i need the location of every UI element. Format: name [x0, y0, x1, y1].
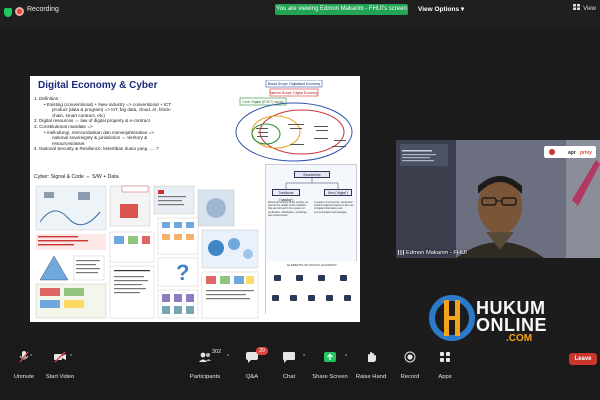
participant-name: Edmon Makarim - FHUI — [406, 250, 467, 256]
svg-text:?: ? — [176, 260, 189, 285]
digital-marketing-icon — [344, 295, 351, 301]
video-options-chevron-icon[interactable]: ^ — [70, 354, 72, 360]
core-label: Core: Digital (IT/ICT) sector — [242, 100, 284, 104]
leave-button[interactable]: Leave — [569, 353, 597, 365]
traditional-node: Traditional ("catalog") — [272, 189, 300, 202]
apps-label: Apps — [438, 374, 452, 380]
data-centre-icon — [326, 295, 333, 301]
record-icon — [404, 351, 416, 363]
signal-bars-icon — [398, 249, 404, 255]
zoom-window: Recording You are viewing Edmon Makarim … — [0, 0, 600, 400]
b2b-development-icon — [308, 295, 315, 301]
apps-button[interactable]: Apps — [421, 350, 469, 380]
view-button-label: View — [583, 6, 596, 12]
security-shield-icon[interactable] — [4, 8, 12, 17]
economics-chart: Economics Traditional ("catalog") New ("… — [265, 164, 358, 315]
speaker-video[interactable]: apr privy Edmon Makarim - FHUI — [396, 140, 600, 258]
video-off-icon — [54, 351, 66, 363]
point-4: 4. National Security & Resilience: keter… — [34, 146, 159, 152]
start-video-button[interactable]: Start Video — [36, 350, 84, 380]
traditional-description: Economic activity of the society, as wel… — [268, 201, 309, 217]
integrated-technologies-icon — [318, 275, 325, 281]
chat-options-chevron-icon[interactable]: ^ — [303, 354, 305, 360]
definition-line-text: Existing (conventional) + New industry =… — [46, 101, 172, 107]
point-3-line-text: melindungi, mencerdaskan dan mensejahter… — [46, 129, 154, 135]
slide-title: Digital Economy & Cyber — [38, 80, 158, 91]
start-video-label: Start Video — [45, 374, 75, 380]
e-commerce-icon — [290, 295, 297, 301]
watermark-line-3: .COM — [506, 333, 533, 344]
network-icon — [296, 275, 303, 281]
participants-label: Participants — [189, 374, 221, 380]
slide-bullets: 1. Definition : • Existing (conventional… — [34, 96, 234, 152]
grid-icon — [573, 4, 581, 10]
share-screen-icon — [324, 352, 336, 362]
view-options-button[interactable]: View Options ▾ — [418, 4, 464, 15]
svg-text:apr: apr — [568, 150, 576, 156]
raise-hand-icon — [368, 352, 376, 362]
digital-node: New ("digital") — [324, 189, 352, 196]
speaker-video-frame: apr privy — [396, 140, 600, 258]
digital-economy-elements: ELEMENTS OF DIGITAL ECONOMY — [266, 261, 358, 315]
computing-technology-icon — [274, 275, 281, 281]
cyber-diagrams-collage: ? — [34, 182, 262, 320]
participants-count: 302 — [212, 349, 222, 355]
recording-icon — [15, 7, 24, 16]
e-business-icon — [272, 295, 279, 301]
participants-icon — [199, 352, 211, 362]
top-bar: Recording You are viewing Edmon Makarim … — [0, 0, 600, 28]
recording-label: Recording — [27, 6, 59, 13]
audio-options-chevron-icon[interactable]: ^ — [30, 354, 32, 360]
view-button[interactable]: View — [572, 4, 596, 15]
core-inner-ellipse — [251, 123, 281, 145]
view-options-label: View Options — [418, 6, 460, 13]
participants-button[interactable]: Participants — [181, 350, 229, 380]
narrow-scope-label: Narrow Scope: Digital Economy — [270, 91, 318, 95]
svg-text:privy: privy — [580, 150, 592, 156]
broad-scope-ellipse — [235, 102, 353, 162]
scope-venn-diagram: Broad Scope: Digitalised Economy Narrow … — [235, 80, 353, 162]
digital-description: A system of economic, social and cultura… — [314, 201, 354, 214]
viewing-screen-banner: You are viewing Edmon Makarim - FHUI's s… — [275, 4, 408, 15]
apps-icon — [440, 352, 450, 362]
shared-screen-slide: Digital Economy & Cyber 1. Definition : … — [30, 76, 360, 322]
economics-node: Economics — [294, 171, 330, 178]
elements-title: ELEMENTS OF DIGITAL ECONOMY — [287, 263, 337, 267]
chat-icon — [283, 352, 295, 363]
participant-name-tag: Edmon Makarim - FHUI — [398, 249, 467, 256]
muted-microphone-icon — [19, 351, 29, 363]
broad-scope-label: Broad Scope: Digitalised Economy — [268, 82, 321, 86]
digital-wallet-icon — [340, 275, 347, 281]
cyber-line: Cyber: Signal & Code ⇔ S/W + Data — [34, 174, 119, 180]
meeting-toolbar: Unmute ^ Start Video ^ Participants 302 … — [0, 344, 600, 400]
